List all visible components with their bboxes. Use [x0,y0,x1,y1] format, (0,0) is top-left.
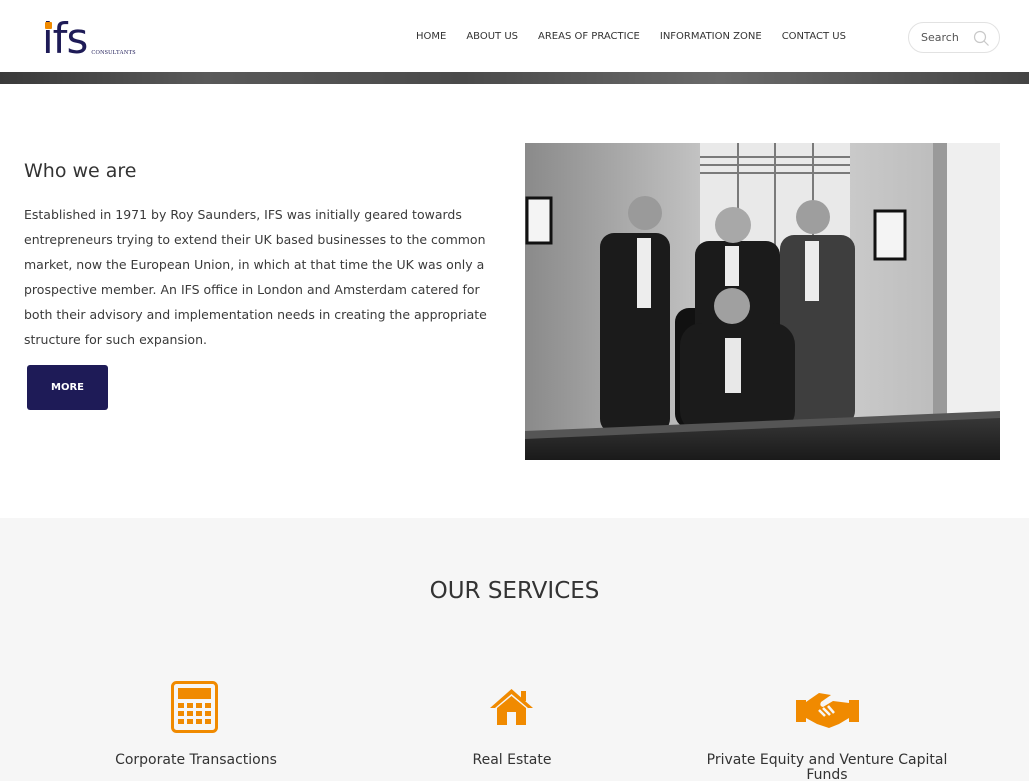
handshake-icon [796,693,859,728]
main-nav: HOME ABOUT US AREAS OF PRACTICE INFORMAT… [416,31,846,42]
search-placeholder: Search [921,31,959,44]
service-private-equity[interactable]: Private Equity and Venture Capital Funds [697,753,957,781]
logo[interactable]: ifs CONSULTANTS [42,14,136,60]
team-photo [525,143,1000,460]
nav-home[interactable]: HOME [416,31,446,42]
more-button[interactable]: MORE [27,365,108,410]
house-icon [490,689,533,725]
search-icon[interactable] [973,30,990,47]
nav-contact-us[interactable]: CONTACT US [782,31,846,42]
logo-subtitle: CONSULTANTS [91,50,136,56]
site-header: ifs CONSULTANTS HOME ABOUT US AREAS OF P… [0,0,1029,72]
nav-about-us[interactable]: ABOUT US [466,31,518,42]
about-title: Who we are [24,160,137,182]
services-title: OUR SERVICES [429,578,600,604]
nav-information-zone[interactable]: INFORMATION ZONE [660,31,762,42]
about-text: Established in 1971 by Roy Saunders, IFS… [24,207,487,347]
service-corporate-transactions[interactable]: Corporate Transactions [96,753,296,768]
service-real-estate[interactable]: Real Estate [412,753,612,768]
calculator-icon [171,681,218,733]
services-section: OUR SERVICES Corporate Transactions Real… [0,518,1029,781]
hero-banner-edge [0,72,1029,84]
search-input[interactable]: Search [908,22,1000,53]
nav-areas-of-practice[interactable]: AREAS OF PRACTICE [538,31,640,42]
logo-dot [45,22,52,29]
